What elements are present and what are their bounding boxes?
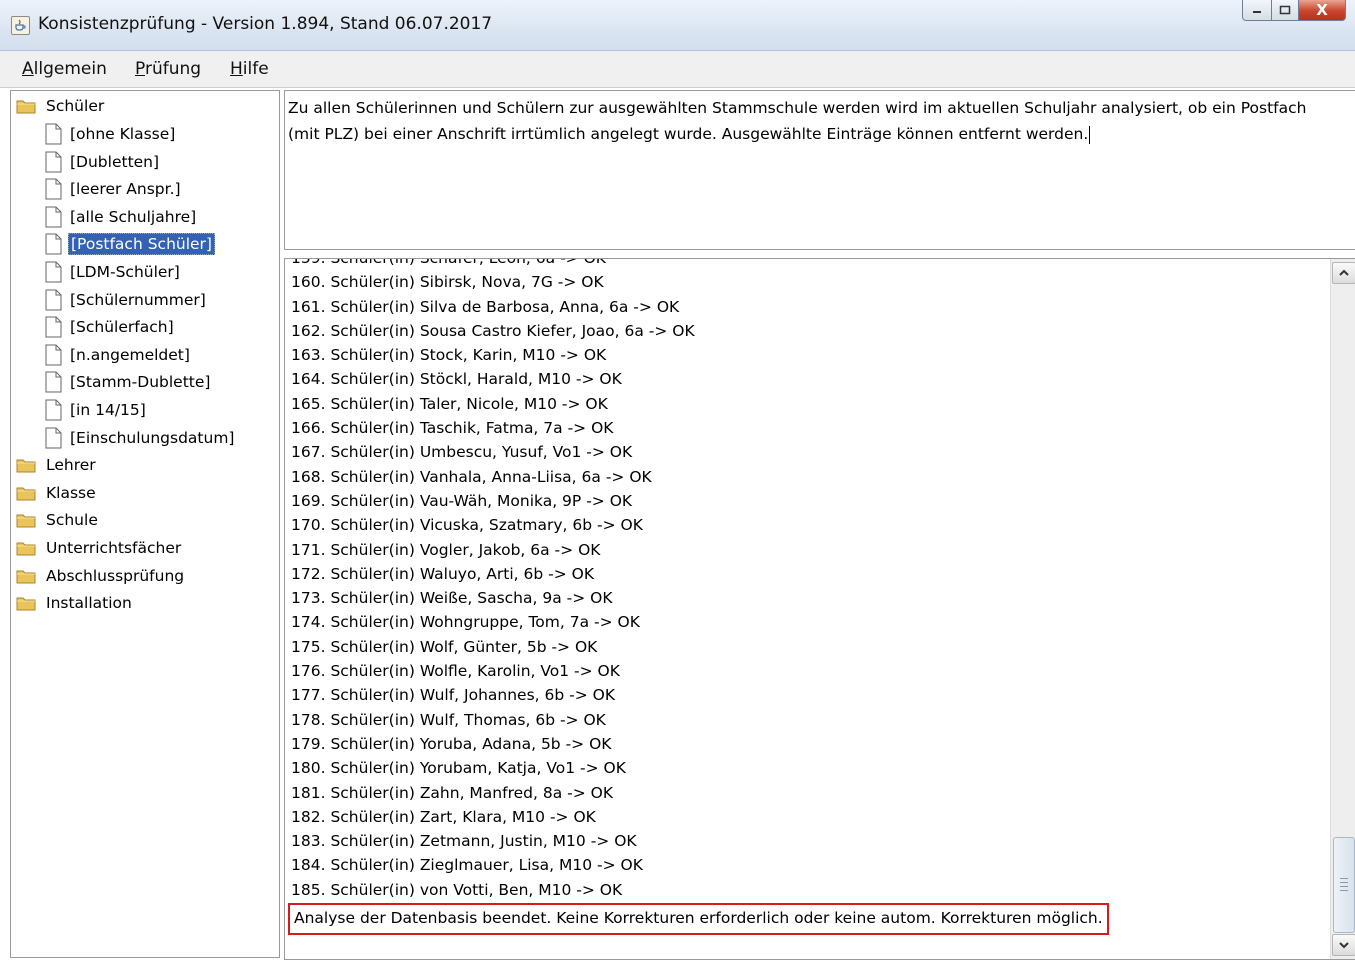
document-icon bbox=[45, 399, 62, 421]
folder-icon bbox=[16, 570, 36, 584]
log-line: 184. Schüler(in) Zieglmauer, Lisa, M10 -… bbox=[291, 856, 643, 875]
description-textarea[interactable]: Zu allen Schülerinnen und Schülern zur a… bbox=[284, 90, 1355, 250]
log-line: 164. Schüler(in) Stöckl, Harald, M10 -> … bbox=[291, 370, 622, 389]
close-icon: X bbox=[1316, 1, 1328, 19]
log-line: 166. Schüler(in) Taschik, Fatma, 7a -> O… bbox=[291, 419, 614, 438]
chevron-up-icon bbox=[1339, 269, 1349, 276]
document-icon bbox=[45, 151, 62, 173]
document-icon bbox=[45, 344, 62, 366]
log-line: 178. Schüler(in) Wulf, Thomas, 6b -> OK bbox=[291, 710, 606, 729]
log-line: 159. Schüler(in) Schäfer, Leon, 6a -> OK bbox=[291, 258, 606, 267]
log-line: 161. Schüler(in) Silva de Barbosa, Anna,… bbox=[291, 297, 680, 316]
log-line: 165. Schüler(in) Taler, Nicole, M10 -> O… bbox=[291, 394, 608, 413]
minimize-icon bbox=[1253, 11, 1261, 13]
java-cup-icon[interactable] bbox=[11, 16, 30, 35]
document-icon bbox=[45, 289, 62, 311]
tree-folder-schueler[interactable]: Schüler bbox=[16, 94, 106, 118]
log-line: 169. Schüler(in) Vau-Wäh, Monika, 9P -> … bbox=[291, 491, 633, 510]
tree-folder[interactable]: Unterrichtsfächer bbox=[16, 536, 183, 560]
document-icon bbox=[45, 261, 62, 283]
document-icon bbox=[45, 123, 62, 145]
close-button[interactable]: X bbox=[1299, 0, 1346, 21]
log-line: 183. Schüler(in) Zetmann, Justin, M10 ->… bbox=[291, 832, 637, 851]
tree-folder[interactable]: Installation bbox=[16, 591, 134, 615]
log-line: 182. Schüler(in) Zart, Klara, M10 -> OK bbox=[291, 807, 596, 826]
tree-item[interactable]: [Dubletten] bbox=[44, 150, 161, 174]
tree-item[interactable]: [n.angemeldet] bbox=[44, 343, 192, 367]
document-icon bbox=[45, 206, 62, 228]
tree-folder[interactable]: Abschlussprüfung bbox=[16, 564, 186, 588]
tree-folder[interactable]: Lehrer bbox=[16, 453, 98, 477]
maximize-button[interactable] bbox=[1272, 0, 1299, 21]
folder-icon bbox=[16, 459, 36, 473]
folder-icon bbox=[16, 487, 36, 501]
document-icon bbox=[45, 427, 62, 449]
log-line: 174. Schüler(in) Wohngruppe, Tom, 7a -> … bbox=[291, 613, 640, 632]
log-line: 168. Schüler(in) Vanhala, Anna-Liisa, 6a… bbox=[291, 467, 652, 486]
log-line: 167. Schüler(in) Umbescu, Yusuf, Vo1 -> … bbox=[291, 443, 633, 462]
menu-allgemein[interactable]: Allgemein bbox=[22, 59, 107, 79]
log-output[interactable]: 159. Schüler(in) Schäfer, Leon, 6a -> OK… bbox=[284, 258, 1355, 960]
log-line: 173. Schüler(in) Weiße, Sascha, 9a -> OK bbox=[291, 589, 613, 608]
menu-bar: Allgemein Prüfung Hilfe bbox=[0, 51, 1355, 88]
document-icon bbox=[45, 233, 62, 255]
log-line: 181. Schüler(in) Zahn, Manfred, 8a -> OK bbox=[291, 783, 614, 802]
title-bar: Konsistenzprüfung - Version 1.894, Stand… bbox=[0, 0, 1355, 51]
tree-item[interactable]: [LDM-Schüler] bbox=[44, 260, 182, 284]
tree-folder[interactable]: Schule bbox=[16, 508, 100, 532]
navigation-tree[interactable]: Schüler [ohne Klasse] [Dubletten] [leerer … bbox=[10, 90, 280, 958]
tree-item[interactable]: [Postfach Schüler] bbox=[44, 232, 215, 256]
scroll-up-button[interactable] bbox=[1332, 262, 1355, 284]
tree-item[interactable]: [Schülernummer] bbox=[44, 288, 208, 312]
tree-item[interactable]: [in 14/15] bbox=[44, 398, 148, 422]
minimize-button[interactable] bbox=[1242, 0, 1272, 21]
document-icon bbox=[45, 178, 62, 200]
folder-icon bbox=[16, 514, 36, 528]
tree-folder[interactable]: Klasse bbox=[16, 481, 98, 505]
tree-item[interactable]: [alle Schuljahre] bbox=[44, 205, 198, 229]
scroll-down-button[interactable] bbox=[1332, 934, 1355, 956]
window-title: Konsistenzprüfung - Version 1.894, Stand… bbox=[38, 14, 493, 34]
menu-pruefung[interactable]: Prüfung bbox=[135, 59, 201, 79]
folder-icon bbox=[16, 100, 36, 114]
log-line: 180. Schüler(in) Yorubam, Katja, Vo1 -> … bbox=[291, 759, 626, 778]
tree-item[interactable]: [Einschulungsdatum] bbox=[44, 426, 236, 450]
tree-item[interactable]: [Schülerfach] bbox=[44, 315, 176, 339]
maximize-icon bbox=[1279, 5, 1291, 15]
folder-icon bbox=[16, 542, 36, 556]
menu-hilfe[interactable]: Hilfe bbox=[230, 59, 269, 79]
log-line: 172. Schüler(in) Waluyo, Arti, 6b -> OK bbox=[291, 564, 594, 583]
log-line: 171. Schüler(in) Vogler, Jakob, 6a -> OK bbox=[291, 540, 601, 559]
document-icon bbox=[45, 316, 62, 338]
log-line: 170. Schüler(in) Vicuska, Szatmary, 6b -… bbox=[291, 516, 643, 535]
document-icon bbox=[45, 371, 62, 393]
log-line: 179. Schüler(in) Yoruba, Adana, 5b -> OK bbox=[291, 734, 612, 753]
log-line: 160. Schüler(in) Sibirsk, Nova, 7G -> OK bbox=[291, 273, 604, 292]
text-caret bbox=[1089, 125, 1091, 144]
chevron-down-icon bbox=[1339, 942, 1349, 949]
folder-icon bbox=[16, 597, 36, 611]
analysis-result-message: Analyse der Datenbasis beendet. Keine Ko… bbox=[288, 903, 1109, 935]
tree-item[interactable]: [ohne Klasse] bbox=[44, 122, 177, 146]
vertical-scrollbar[interactable] bbox=[1330, 259, 1355, 959]
log-line: 177. Schüler(in) Wulf, Johannes, 6b -> O… bbox=[291, 686, 616, 705]
scrollbar-thumb[interactable] bbox=[1333, 837, 1355, 933]
log-line: 175. Schüler(in) Wolf, Günter, 5b -> OK bbox=[291, 637, 598, 656]
tree-item[interactable]: [leerer Anspr.] bbox=[44, 177, 183, 201]
log-line: 163. Schüler(in) Stock, Karin, M10 -> OK bbox=[291, 346, 607, 365]
description-text: Zu allen Schülerinnen und Schülern zur a… bbox=[288, 99, 1307, 143]
log-line: 176. Schüler(in) Wolfle, Karolin, Vo1 ->… bbox=[291, 662, 620, 681]
tree-item[interactable]: [Stamm-Dublette] bbox=[44, 370, 212, 394]
log-line: 162. Schüler(in) Sousa Castro Kiefer, Jo… bbox=[291, 321, 695, 340]
log-line: 185. Schüler(in) von Votti, Ben, M10 -> … bbox=[291, 880, 623, 899]
